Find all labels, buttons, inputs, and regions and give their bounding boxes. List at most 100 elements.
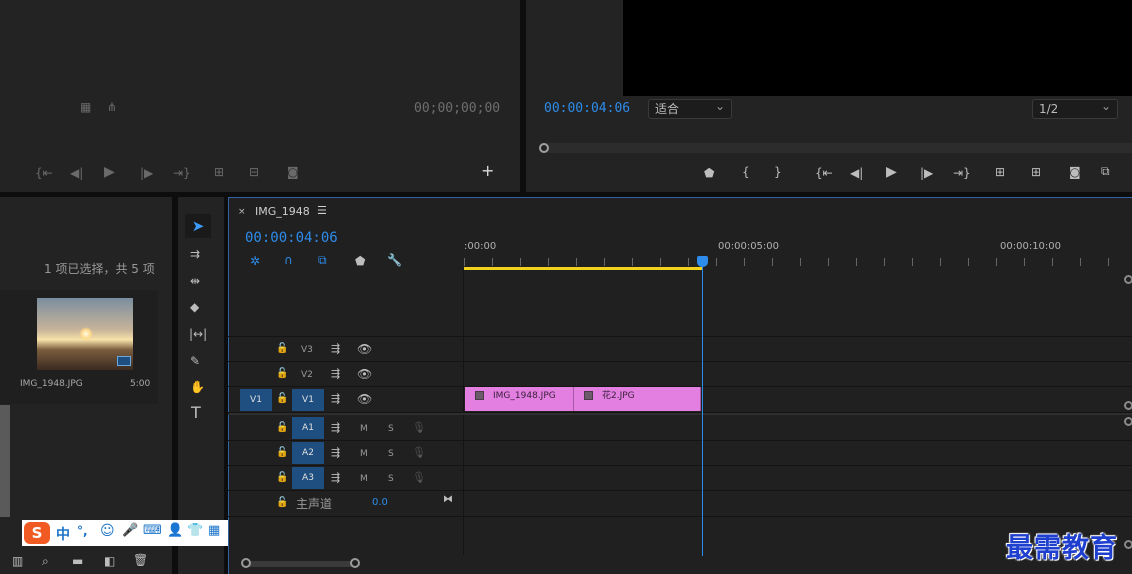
step-forward-icon[interactable]: |▶ [920, 166, 933, 180]
clip-img1948[interactable]: IMG_1948.JPG [465, 387, 574, 411]
timeline-timecode[interactable]: 00:00:04:06 [245, 230, 338, 246]
lock-icon[interactable]: 🔓 [276, 496, 288, 510]
ime-logo[interactable]: S [24, 522, 50, 544]
ime-lang[interactable]: 中 [56, 524, 70, 544]
playhead-handle[interactable] [697, 256, 708, 267]
tab-menu-icon[interactable]: ☰ [317, 204, 327, 217]
camera-icon[interactable]: ◙ [287, 165, 299, 179]
sync-lock-icon[interactable]: ⇶ [331, 421, 340, 435]
play-icon[interactable]: ▶ [886, 165, 897, 179]
ripple-edit-icon[interactable]: ⇹ [190, 274, 200, 288]
playhead-line[interactable] [702, 262, 703, 556]
drag-video-icon[interactable]: ▦ [80, 100, 91, 114]
track-v3-label[interactable]: V3 [301, 345, 313, 355]
source-patch-v1[interactable]: V1 [240, 389, 272, 411]
vertical-scroll-handle[interactable] [1124, 275, 1132, 284]
sync-lock-icon[interactable]: ⇶ [331, 342, 340, 356]
video-audio-divider[interactable] [228, 413, 1132, 415]
lock-icon[interactable]: 🔓 [276, 392, 288, 406]
sync-lock-icon[interactable]: ⇶ [331, 392, 340, 406]
sync-lock-icon[interactable]: ⇶ [331, 367, 340, 381]
emoji-icon[interactable]: ☺ [100, 523, 115, 539]
solo-button[interactable]: S [388, 449, 394, 459]
mute-button[interactable]: M [360, 474, 368, 484]
eye-icon[interactable]: 👁 [357, 367, 372, 381]
overwrite-icon[interactable]: ⊟ [249, 165, 259, 179]
solo-button[interactable]: S [388, 424, 394, 434]
sync-lock-icon[interactable]: ⇶ [331, 471, 340, 485]
step-back-icon[interactable]: ◀| [70, 166, 83, 180]
go-to-out-icon[interactable]: ⇥} [173, 166, 191, 180]
resolution-select[interactable]: 1/2 [1032, 97, 1118, 119]
lock-icon[interactable]: 🔓 [276, 471, 288, 485]
lock-icon[interactable]: 🔓 [276, 446, 288, 460]
nest-icon[interactable]: ✲ [250, 254, 260, 268]
step-forward-icon[interactable]: |▶ [140, 166, 153, 180]
mark-in-icon[interactable]: { [742, 165, 750, 179]
marker-icon[interactable]: ⬟ [704, 166, 714, 180]
track-a2-target[interactable]: A2 [292, 442, 324, 464]
selection-tool-icon[interactable]: ➤ [185, 214, 211, 238]
mute-button[interactable]: M [360, 424, 368, 434]
lock-icon[interactable]: 🔓 [276, 367, 288, 381]
solo-button[interactable]: S [388, 474, 394, 484]
drag-audio-icon[interactable]: ⋔ [107, 100, 117, 114]
clip-flower2[interactable]: 花2.JPG [574, 387, 701, 411]
timeline-zoom-scrollbar[interactable] [246, 561, 358, 567]
add-button-icon[interactable]: + [481, 163, 494, 179]
slip-icon[interactable]: |↔| [189, 327, 207, 341]
snap-icon[interactable]: ∩ [284, 253, 293, 267]
project-scrollbar[interactable] [0, 405, 10, 517]
toolbox-icon[interactable]: ▦ [208, 523, 220, 538]
new-bin-icon[interactable]: ▬ [72, 554, 83, 568]
track-a1-target[interactable]: A1 [292, 417, 324, 439]
compare-icon[interactable]: ⧉ [1101, 164, 1110, 178]
track-v1-target[interactable]: V1 [292, 389, 324, 411]
go-to-out-icon[interactable]: ⇥} [953, 166, 971, 180]
item-thumbnail[interactable] [37, 298, 133, 370]
user-icon[interactable]: 👤 [167, 523, 183, 538]
track-select-icon[interactable]: ⇉ [190, 247, 200, 261]
extract-icon[interactable]: ⊞ [1031, 165, 1041, 179]
lift-icon[interactable]: ⊞ [995, 165, 1005, 179]
vertical-scroll-handle[interactable] [1124, 417, 1132, 426]
pen-icon[interactable]: ✎ [190, 354, 200, 368]
linked-selection-icon[interactable]: ⧉ [318, 253, 327, 267]
program-timecode[interactable]: 00:00:04:06 [544, 101, 630, 116]
zoom-handle-right[interactable] [350, 558, 360, 568]
mute-button[interactable]: M [360, 449, 368, 459]
in-out-range[interactable] [464, 267, 702, 270]
find-icon[interactable]: ⌕ [42, 554, 49, 568]
master-volume-value[interactable]: 0.0 [372, 497, 388, 508]
export-frame-icon[interactable]: ◙ [1069, 165, 1081, 179]
keyboard-icon[interactable]: ⌨ [143, 523, 162, 538]
voice-icon[interactable]: 🎤 [122, 523, 138, 538]
vertical-scroll-handle[interactable] [1124, 540, 1132, 549]
eye-icon[interactable]: 👁 [357, 342, 372, 356]
go-to-in-icon[interactable]: {⇤ [815, 166, 833, 180]
program-scrub-bar[interactable] [540, 143, 1132, 153]
mic-icon[interactable]: 🎙 [412, 446, 426, 460]
go-to-end-icon[interactable]: ⧓ [443, 493, 453, 507]
source-timecode[interactable]: 00;00;00;00 [414, 101, 500, 116]
vertical-scroll-handle[interactable] [1124, 401, 1132, 410]
eye-icon[interactable]: 👁 [357, 392, 372, 406]
razor-icon[interactable]: ◆ [190, 300, 199, 314]
playhead-handle[interactable] [539, 143, 549, 153]
ime-punct[interactable]: °, [77, 524, 88, 538]
step-back-icon[interactable]: ◀| [850, 166, 863, 180]
zoom-handle-left[interactable] [241, 558, 251, 568]
mic-icon[interactable]: 🎙 [412, 421, 426, 435]
play-icon[interactable]: ▶ [104, 165, 115, 179]
track-a3-target[interactable]: A3 [292, 467, 324, 489]
settings-wrench-icon[interactable]: 🔧 [387, 253, 402, 267]
close-tab-icon[interactable]: × [238, 207, 246, 217]
add-marker-icon[interactable]: ⬟ [355, 254, 365, 268]
project-item[interactable]: IMG_1948.JPG 5:00 [0, 290, 158, 404]
mark-out-icon[interactable]: } [774, 165, 782, 179]
sequence-tab[interactable]: IMG_1948 [255, 205, 310, 218]
lock-icon[interactable]: 🔓 [276, 421, 288, 435]
trash-icon[interactable]: 🗑 [133, 553, 148, 567]
skin-icon[interactable]: 👕 [187, 523, 203, 538]
fit-select[interactable]: 适合 [648, 97, 732, 119]
